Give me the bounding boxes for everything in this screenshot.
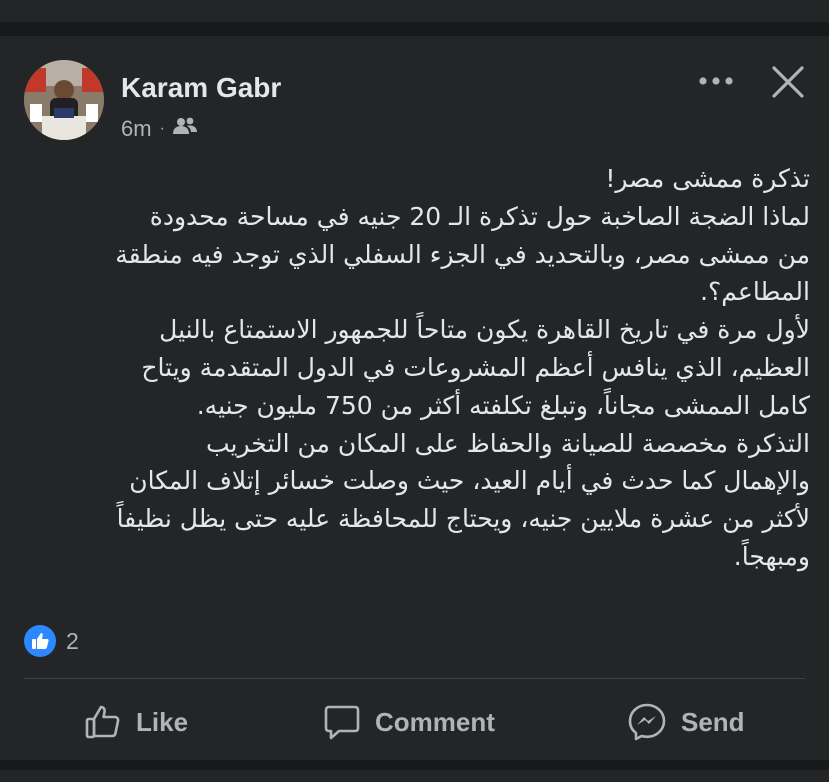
friends-icon[interactable] xyxy=(172,116,197,142)
like-reaction-icon xyxy=(24,625,56,657)
comment-label: Comment xyxy=(375,706,495,737)
post-line: التذكرة مخصصة للصيانة والحفاظ على المكان… xyxy=(206,428,810,458)
post-timestamp[interactable]: 6m xyxy=(121,116,152,142)
like-button[interactable]: Like xyxy=(84,700,188,744)
comment-button[interactable]: Comment xyxy=(323,700,495,744)
send-button[interactable]: Send xyxy=(627,700,745,744)
post-meta: 6m · xyxy=(121,116,197,142)
post-line: كامل الممشى مجاناً، وتبلغ تكلفته أكثر من… xyxy=(196,390,810,420)
author-avatar[interactable] xyxy=(24,60,104,140)
post-line: لماذا الضجة الصاخبة حول تذكرة الـ 20 جني… xyxy=(149,201,810,231)
post-line: ومبهجاً. xyxy=(733,541,810,571)
more-dots-icon xyxy=(699,77,733,85)
post-line: لأول مرة في تاريخ القاهرة يكون متاحاً لل… xyxy=(159,315,810,345)
thumbs-up-icon xyxy=(85,705,120,739)
post-card: Karam Gabr 6m · تذكرة ممشى مصر! لماذا ال… xyxy=(0,36,829,760)
close-icon xyxy=(772,66,804,98)
previous-post-edge xyxy=(0,0,829,22)
post-line: تذكرة ممشى مصر! xyxy=(605,164,810,193)
post-line: من ممشى مصر، وبالتحديد في الجزء السفلي ا… xyxy=(115,239,810,269)
meta-separator: · xyxy=(159,120,165,137)
close-button[interactable] xyxy=(766,62,810,102)
reaction-count: 2 xyxy=(66,627,79,654)
post-line: العظيم، الذي ينافس أعظم المشروعات في الد… xyxy=(141,352,810,382)
comment-icon xyxy=(324,705,360,740)
like-label: Like xyxy=(136,706,189,737)
more-options-button[interactable] xyxy=(694,66,738,96)
post-line: لأكثر من عشرة ملايين جنيه، ويحتاج للمحاف… xyxy=(116,504,810,534)
avatar-photo xyxy=(24,60,104,140)
actions-divider xyxy=(24,678,805,679)
post-line: والإهمال كما حدث في أيام العيد، حيث وصلت… xyxy=(129,466,810,496)
send-label: Send xyxy=(681,706,745,737)
post-line: المطاعم؟. xyxy=(700,277,810,307)
reactions-summary[interactable]: 2 xyxy=(24,624,79,658)
next-post-edge xyxy=(0,770,829,782)
author-name[interactable]: Karam Gabr xyxy=(121,72,281,104)
post-body: تذكرة ممشى مصر! لماذا الضجة الصاخبة حول … xyxy=(18,160,810,576)
messenger-icon xyxy=(628,703,666,741)
